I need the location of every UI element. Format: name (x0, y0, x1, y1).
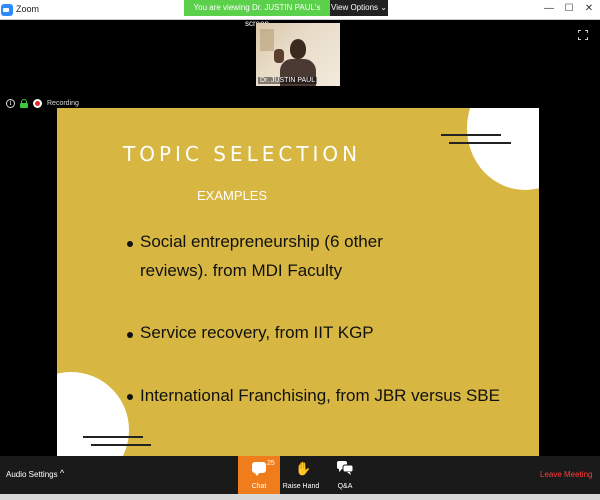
participant-head (290, 39, 306, 59)
leave-meeting-button[interactable]: Leave Meeting (540, 470, 592, 479)
decorative-line (91, 444, 151, 446)
close-button[interactable]: ✕ (580, 1, 598, 17)
hand-icon: ✋ (295, 461, 312, 476)
bullet-text: Service recovery, from IIT KGP (140, 323, 374, 342)
bullet-text: International Franchising, from JBR vers… (140, 386, 500, 405)
taskbar-strip (0, 494, 600, 500)
raise-hand-button[interactable]: ✋ Raise Hand (282, 456, 320, 494)
window-titlebar: Zoom You are viewing Dr. JUSTIN PAUL's s… (0, 0, 600, 28)
participant-video[interactable]: Dr. JUSTIN PAUL (256, 23, 340, 86)
chat-label: Chat (251, 483, 267, 490)
bullet-icon (125, 329, 135, 339)
slide-title: TOPIC SELECTION (123, 142, 362, 166)
recording-icon (33, 98, 42, 108)
qa-button[interactable]: Q&A (326, 456, 364, 494)
info-icon[interactable]: i (6, 98, 15, 108)
shared-slide: TOPIC SELECTION EXAMPLES Social entrepre… (57, 108, 539, 456)
chat-button[interactable]: 25 Chat (238, 456, 280, 494)
participant-name: Dr. JUSTIN PAUL (258, 77, 318, 84)
decorative-line (441, 134, 501, 136)
decorative-line (83, 436, 143, 438)
bullet-icon (125, 238, 135, 248)
recording-label: Recording (47, 99, 79, 107)
screen-share-banner: You are viewing Dr. JUSTIN PAUL's screen… (184, 0, 388, 28)
audio-settings-button[interactable]: Audio Settings (6, 470, 58, 479)
decorative-circle-top-right (467, 108, 539, 190)
meeting-toolbar: Audio Settings ^ 25 Chat ✋ Raise Hand Q&… (0, 456, 600, 494)
video-background (260, 29, 274, 51)
maximize-button[interactable]: ☐ (560, 1, 578, 17)
qa-icon (337, 461, 353, 475)
qa-label: Q&A (337, 483, 353, 490)
bullet-text: Social entrepreneurship (6 other (140, 232, 383, 251)
decorative-line (449, 142, 511, 144)
lock-icon[interactable] (20, 98, 28, 108)
zoom-logo-icon (1, 4, 13, 16)
caret-up-icon[interactable]: ^ (60, 468, 64, 478)
chat-icon (252, 462, 266, 476)
viewing-screen-label: You are viewing Dr. JUSTIN PAUL's screen (184, 0, 330, 28)
app-title: Zoom (16, 4, 40, 14)
raise-hand-label: Raise Hand (282, 483, 320, 490)
participant-hand (274, 49, 284, 63)
chat-unread-badge: 25 (267, 460, 275, 467)
bullet-text-continued: reviews). from MDI Faculty (140, 261, 343, 280)
view-options-button[interactable]: View Options ⌄ (330, 0, 388, 16)
fullscreen-icon[interactable] (578, 30, 588, 40)
slide-subtitle: EXAMPLES (197, 188, 268, 203)
bullet-icon (125, 391, 135, 401)
minimize-button[interactable]: — (540, 1, 558, 17)
